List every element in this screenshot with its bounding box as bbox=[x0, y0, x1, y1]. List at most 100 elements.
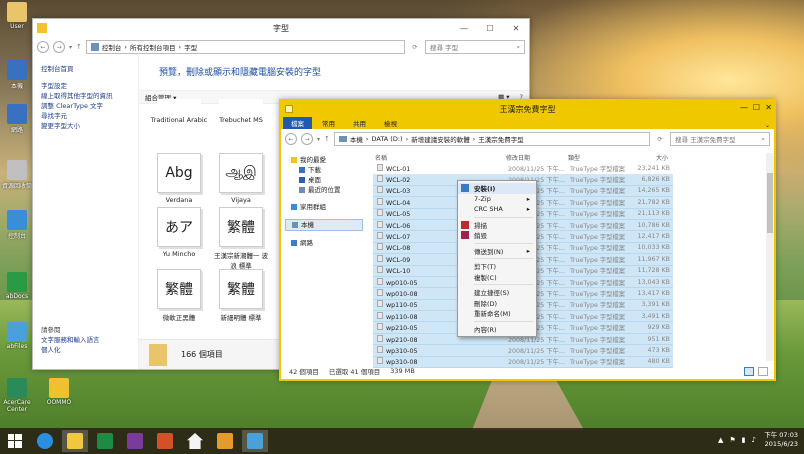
back-button[interactable]: ← bbox=[285, 133, 297, 145]
column-size[interactable]: 大小 bbox=[630, 153, 668, 162]
breadcrumb-item[interactable]: 本機 bbox=[350, 134, 363, 144]
breadcrumb-item[interactable]: 所有控制台項目 bbox=[130, 42, 176, 52]
context-menu-item[interactable]: 建立捷徑(S) bbox=[458, 287, 536, 298]
see-also-link[interactable]: 個人化 bbox=[41, 345, 100, 355]
back-button[interactable]: ← bbox=[37, 41, 49, 53]
breadcrumb-item[interactable]: 控制台 bbox=[102, 42, 122, 52]
fonts-task-link[interactable]: 字型設定 bbox=[41, 81, 130, 91]
app-icon[interactable] bbox=[212, 430, 238, 452]
font-tile[interactable]: 繁體 王漢宗新潮體一 波浪 標準 bbox=[211, 207, 271, 270]
up-button[interactable]: ↑ bbox=[324, 135, 330, 143]
file-row[interactable]: WCL-01 2008/11/25 下午... TrueType 字型檔案 23,24… bbox=[373, 163, 673, 174]
breadcrumb-item[interactable]: 新增建議安裝的軟體 bbox=[411, 134, 470, 144]
breadcrumb-item[interactable]: 王漢宗免費字型 bbox=[478, 134, 524, 144]
column-type[interactable]: 類型 bbox=[568, 153, 630, 162]
recent-dropdown-icon[interactable]: ▾ bbox=[69, 44, 72, 51]
nav-item[interactable]: 我的最愛 bbox=[285, 155, 363, 165]
details-view-icon[interactable] bbox=[744, 366, 754, 376]
context-menu-item[interactable]: 掃描 bbox=[458, 220, 536, 231]
network-icon[interactable]: ▮ bbox=[742, 436, 746, 444]
desktop-icon[interactable]: User bbox=[2, 2, 32, 30]
desktop-icon[interactable]: 本機 bbox=[2, 60, 32, 90]
breadcrumb-item[interactable]: 字型 bbox=[184, 42, 197, 52]
context-menu-item[interactable]: 複製(C) bbox=[458, 272, 536, 283]
fonts-task-link[interactable]: 變更字型大小 bbox=[41, 121, 130, 131]
context-menu-item[interactable]: 安裝(I) bbox=[458, 183, 536, 194]
desktop-icon[interactable]: abFiles bbox=[2, 322, 32, 350]
desktop-icon[interactable]: 資源回收筒 bbox=[2, 160, 32, 190]
fonts-task-link[interactable]: 調整 ClearType 文字 bbox=[41, 101, 130, 111]
font-tile[interactable]: 繁體 微軟正黑體 bbox=[149, 269, 209, 322]
column-name[interactable]: 名稱 bbox=[371, 153, 506, 162]
fonts-address-bar[interactable]: 控制台 › 所有控制台項目 › 字型 bbox=[85, 40, 405, 54]
context-menu-item[interactable]: 7-Zip ▸ bbox=[458, 194, 536, 205]
fonts-task-link[interactable]: 線上取得其他字型的資訊 bbox=[41, 91, 130, 101]
refresh-button[interactable]: ⟳ bbox=[654, 133, 666, 145]
font-tile[interactable]: あア Yu Mincho bbox=[149, 207, 209, 258]
tab-file[interactable]: 檔案 bbox=[283, 117, 312, 129]
context-menu-item[interactable]: CRC SHA ▸ bbox=[458, 204, 536, 215]
ribbon-expand-icon[interactable]: ⌄ bbox=[765, 122, 770, 129]
context-menu-item[interactable]: 刪除(D) bbox=[458, 298, 536, 309]
large-icons-view-icon[interactable] bbox=[758, 366, 768, 376]
context-menu-item[interactable]: 傳送到(N) ▸ bbox=[458, 246, 536, 257]
maximize-button[interactable]: ☐ bbox=[477, 19, 503, 37]
search-icon[interactable]: ⌕ bbox=[761, 135, 765, 144]
folder-search-input[interactable]: 搜尋 王漢宗免費字型 ⌕ bbox=[670, 132, 770, 146]
nav-item[interactable]: 本機 bbox=[285, 219, 363, 231]
context-menu-item[interactable]: 重新命名(M) bbox=[458, 308, 536, 319]
forward-button[interactable]: → bbox=[53, 41, 65, 53]
fonts-app-icon[interactable] bbox=[242, 430, 268, 452]
fonts-search-input[interactable]: 搜尋 字型 ⌕ bbox=[425, 40, 525, 54]
show-hidden-icons-icon[interactable]: ▲ bbox=[718, 436, 723, 444]
font-tile[interactable]: ஆஇ Vijaya bbox=[211, 153, 271, 204]
column-date[interactable]: 修改日期 bbox=[506, 153, 568, 162]
font-tile[interactable]: 繁體 新細明體 標準 bbox=[211, 269, 271, 322]
file-row[interactable]: wp310-05 2008/11/25 下午... TrueType 字型檔案 473… bbox=[373, 345, 673, 357]
powerpoint-icon[interactable] bbox=[152, 430, 178, 452]
clock[interactable]: 下午 07:03 2015/6/23 bbox=[764, 431, 798, 449]
nav-item[interactable]: 家用群組 bbox=[285, 202, 363, 212]
see-also-link[interactable]: 文字服務和輸入語言 bbox=[41, 335, 100, 345]
file-explorer-icon[interactable] bbox=[62, 430, 88, 452]
maximize-button[interactable]: ☐ bbox=[753, 103, 760, 112]
start-button[interactable] bbox=[2, 430, 28, 452]
minimize-button[interactable]: — bbox=[451, 19, 477, 37]
desktop-icon[interactable]: 控制台 bbox=[2, 210, 32, 240]
nav-item[interactable]: 桌面 bbox=[285, 175, 363, 185]
tab-home[interactable]: 常用 bbox=[314, 117, 343, 129]
font-tile[interactable]: Abg Verdana bbox=[149, 153, 209, 204]
desktop-icon[interactable]: 網路 bbox=[2, 104, 32, 134]
desktop-icon[interactable]: OOMMO bbox=[44, 378, 74, 406]
onenote-icon[interactable] bbox=[122, 430, 148, 452]
folder-titlebar[interactable]: 王漢宗免費字型 — ☐ ✕ bbox=[281, 101, 774, 117]
internet-explorer-icon[interactable] bbox=[32, 430, 58, 452]
home-icon[interactable] bbox=[182, 430, 208, 452]
context-menu-item[interactable]: 內容(R) bbox=[458, 324, 536, 335]
up-button[interactable]: ↑ bbox=[76, 43, 82, 51]
fonts-task-link[interactable]: 尋找字元 bbox=[41, 111, 130, 121]
font-tile[interactable]: Trebuchet MS bbox=[211, 99, 271, 124]
breadcrumb-item[interactable]: DATA (D:) bbox=[372, 135, 403, 143]
desktop-icon[interactable]: AcerCare Center bbox=[2, 378, 32, 413]
nav-item[interactable]: 下載 bbox=[285, 165, 363, 175]
control-panel-home-link[interactable]: 控制台首頁 bbox=[41, 63, 130, 73]
close-button[interactable]: ✕ bbox=[765, 103, 772, 112]
nav-item[interactable]: 網路 bbox=[285, 238, 363, 248]
tab-view[interactable]: 檢視 bbox=[376, 117, 405, 129]
context-menu-item[interactable]: 剪下(T) bbox=[458, 261, 536, 272]
vertical-scrollbar[interactable] bbox=[766, 153, 774, 361]
minimize-button[interactable]: — bbox=[740, 103, 748, 112]
forward-button[interactable]: → bbox=[301, 133, 313, 145]
close-button[interactable]: ✕ bbox=[503, 19, 529, 37]
volume-icon[interactable]: ♪ bbox=[752, 436, 756, 444]
desktop-icon[interactable]: abDocs bbox=[2, 272, 32, 300]
flag-icon[interactable]: ⚑ bbox=[729, 436, 735, 444]
nav-item[interactable]: 最近的位置 bbox=[285, 185, 363, 195]
folder-address-bar[interactable]: 本機 › DATA (D:) › 新增建議安裝的軟體 › 王漢宗免費字型 bbox=[333, 132, 650, 146]
excel-icon[interactable] bbox=[92, 430, 118, 452]
recent-dropdown-icon[interactable]: ▾ bbox=[317, 136, 320, 143]
context-menu-item[interactable]: 銷毀 bbox=[458, 230, 536, 241]
refresh-button[interactable]: ⟳ bbox=[409, 41, 421, 53]
font-tile[interactable]: Traditional Arabic bbox=[149, 99, 209, 124]
